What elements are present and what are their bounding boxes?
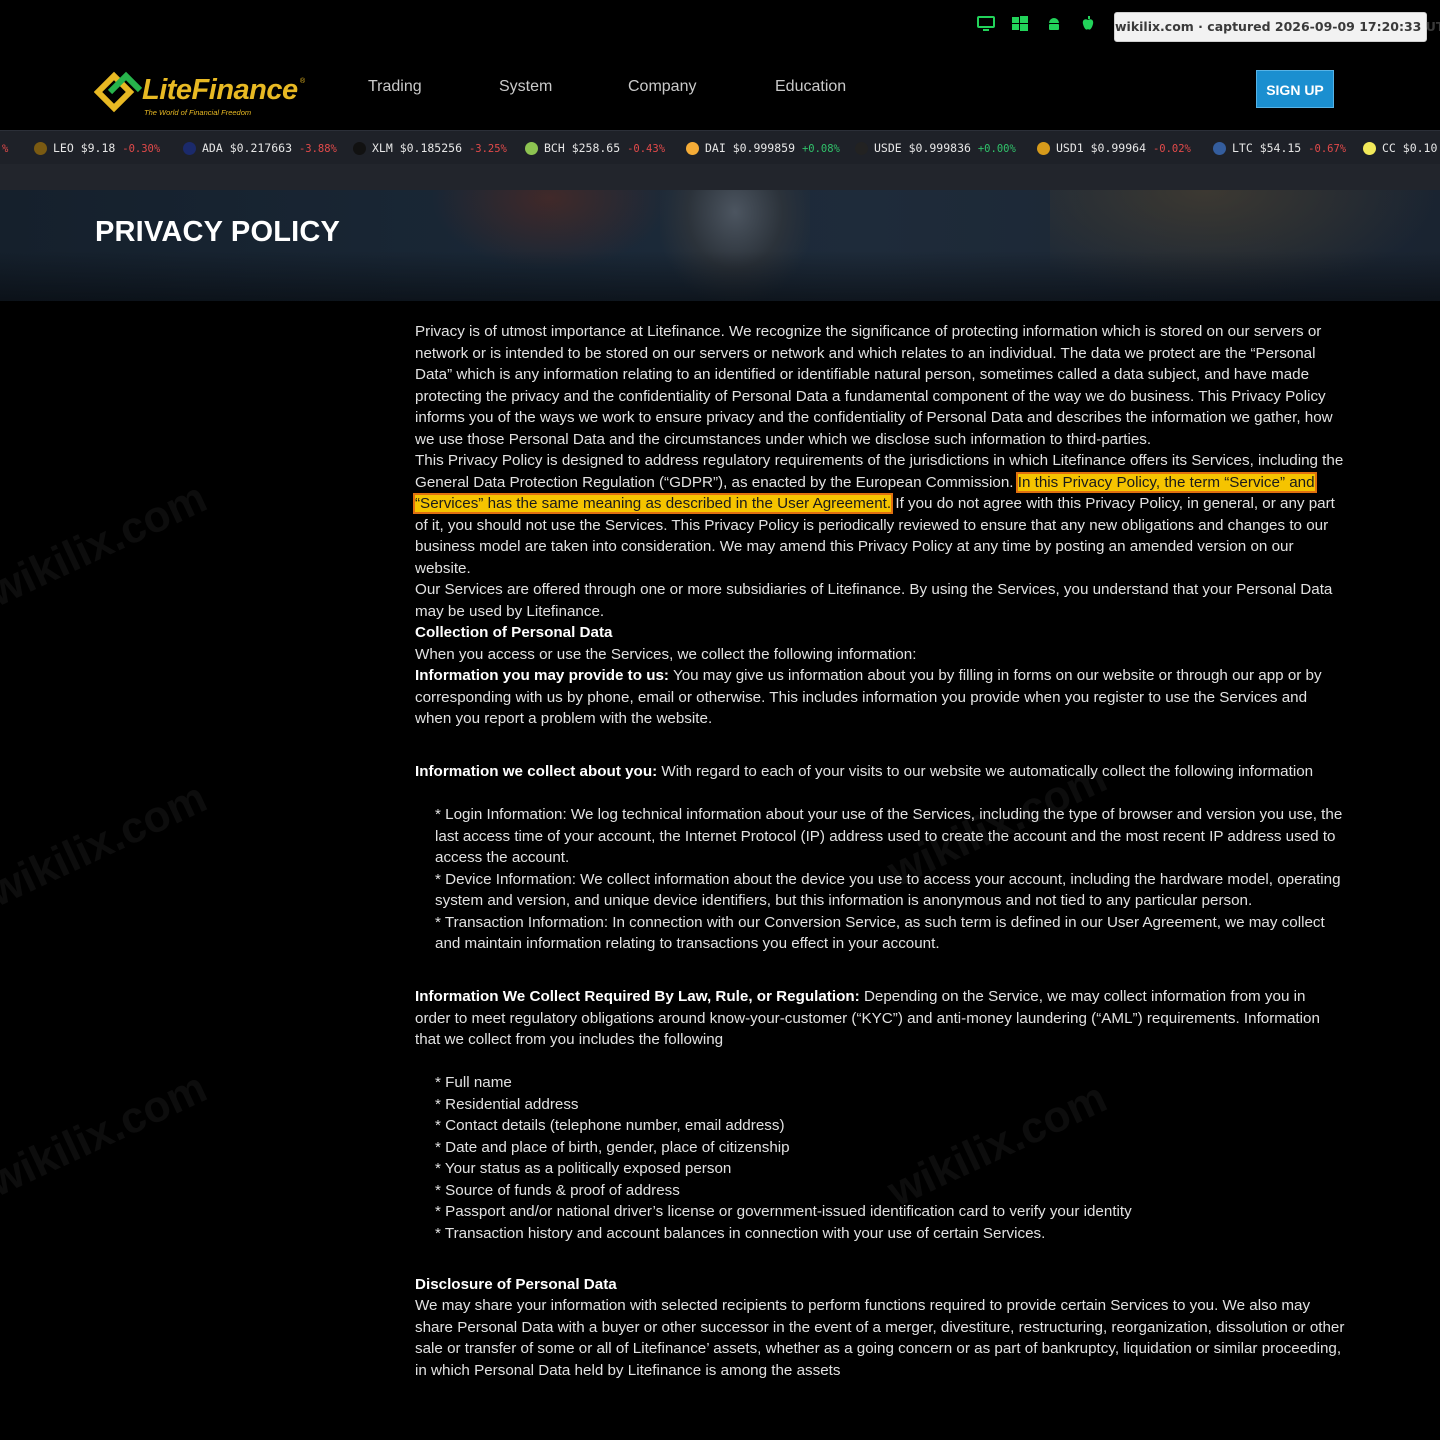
nav-company[interactable]: Company <box>628 78 696 96</box>
ticker-symbol: LEO $9.18 <box>53 141 123 155</box>
watermark: wikilix.com <box>0 772 214 917</box>
ticker-change: +0.08% <box>801 143 840 155</box>
list-item: * Contact details (telephone number, ema… <box>435 1117 785 1134</box>
list: * Login Information: We log technical in… <box>415 804 1345 955</box>
ticker-change: % <box>2 143 9 155</box>
usde-icon <box>855 142 868 155</box>
paragraph: Our Services are offered through one or … <box>415 581 1333 620</box>
ticker-change: -3.25% <box>468 143 507 155</box>
cc-icon <box>1363 142 1376 155</box>
nav-education[interactable]: Education <box>775 78 846 96</box>
watermark: wikilix.com <box>0 472 214 617</box>
logo-wordmark: LiteFinance <box>142 74 298 106</box>
nav-trading[interactable]: Trading <box>368 78 422 96</box>
list-item: * Full name <box>435 1074 512 1091</box>
usd1-icon <box>1037 142 1050 155</box>
top-strip: wikilix.com · captured 2026-09-09 17:20:… <box>0 0 1440 52</box>
ticker-item[interactable]: BCH $258.65 -0.43% <box>525 131 665 165</box>
ticker-change: -3.88% <box>298 143 337 155</box>
sign-up-button[interactable]: SIGN UP <box>1256 70 1334 108</box>
ticker-change: -0.67% <box>1308 143 1347 155</box>
ada-icon <box>183 142 196 155</box>
paragraph: Information We Collect Required By Law, … <box>415 986 1345 1051</box>
ticker-shadow <box>0 164 1440 190</box>
nav-system[interactable]: System <box>499 78 552 96</box>
paragraph: Privacy is of utmost importance at Litef… <box>415 323 1333 448</box>
bold-label: Information We Collect Required By Law, … <box>415 988 860 1005</box>
list-item: * Residential address <box>435 1095 579 1113</box>
price-ticker: % LEO $9.18 -0.30% ADA $0.217663 -3.88% XLM… <box>0 130 1440 165</box>
list-item: * Date and place of birth, gender, place… <box>435 1138 790 1156</box>
list-item: * Passport and/or national driver’s lice… <box>435 1203 1132 1220</box>
capture-stamp: wikilix.com · captured 2026-09-09 17:20:… <box>1114 12 1440 42</box>
bold-label: Information we collect about you: <box>415 763 658 780</box>
ticker-item[interactable]: XLM $0.185256 -3.25% <box>353 131 507 165</box>
ticker-item[interactable]: USD1 $0.99964 -0.02% <box>1037 131 1191 165</box>
list-item: * Transaction Information: In connection… <box>435 913 1325 953</box>
ticker-item[interactable]: ADA $0.217663 -3.88% <box>183 131 337 165</box>
logo-tagline: The World of Financial Freedom <box>144 108 252 117</box>
list-item: * Transaction history and account balanc… <box>435 1224 1046 1242</box>
hero-fade <box>0 251 1440 301</box>
list-item: * Your status as a politically exposed p… <box>435 1160 732 1177</box>
watermark: wikilix.com <box>0 1062 214 1207</box>
ticker-symbol: XLM $0.185256 <box>372 141 469 155</box>
bch-icon <box>525 142 538 155</box>
heading-text: Collection of Personal Data <box>415 624 613 641</box>
ticker-symbol: USD1 $0.99964 <box>1056 141 1153 155</box>
leo-icon <box>34 142 47 155</box>
bold-label: Information you may provide to us: <box>415 667 669 684</box>
ticker-change: -0.43% <box>627 143 666 155</box>
paragraph: Information we collect about you: With r… <box>415 761 1345 783</box>
list-item: * Source of funds & proof of address <box>435 1181 680 1199</box>
ticker-change: -0.30% <box>122 143 161 155</box>
dai-icon <box>686 142 699 155</box>
android-icon[interactable] <box>1044 16 1063 34</box>
section-heading: Disclosure of Personal Data <box>415 1274 1345 1296</box>
ticker-change: +0.00% <box>977 143 1016 155</box>
desktop-icon[interactable] <box>976 16 995 34</box>
paragraph: This Privacy Policy is designed to addre… <box>413 450 1345 579</box>
ltc-icon <box>1213 142 1226 155</box>
ticker-item[interactable]: DAI $0.999859 +0.08% <box>686 131 840 165</box>
list-item: * Device Information: We collect informa… <box>435 870 1341 910</box>
apple-icon[interactable] <box>1078 16 1097 34</box>
ticker-symbol: DAI $0.999859 <box>705 141 802 155</box>
ticker-symbol: USDE $0.999836 <box>874 141 978 155</box>
paragraph: We may share your information with selec… <box>415 1297 1345 1379</box>
logo[interactable]: LiteFinance ® The World of Financial Fre… <box>94 64 314 120</box>
ticker-item[interactable]: % <box>2 131 8 165</box>
ticker-symbol: CC $0.10 <box>1382 141 1438 155</box>
page-title: PRIVACY POLICY <box>95 216 341 248</box>
site-header: LiteFinance ® The World of Financial Fre… <box>0 52 1440 130</box>
ticker-item[interactable]: USDE $0.999836 +0.00% <box>855 131 1016 165</box>
ticker-item[interactable]: LTC $54.15 -0.67% <box>1213 131 1346 165</box>
policy-content: Privacy is of utmost importance at Litef… <box>413 321 1345 1381</box>
heading-text: Disclosure of Personal Data <box>415 1275 617 1293</box>
ticker-symbol: LTC $54.15 <box>1232 141 1309 155</box>
ticker-change: -0.02% <box>1152 143 1191 155</box>
logo-mark-icon <box>94 71 142 113</box>
list: * Full name * Residential address * Cont… <box>415 1072 1345 1244</box>
ticker-item[interactable]: CC $0.10 <box>1363 131 1437 165</box>
paragraph: Information you may provide to us: You m… <box>415 665 1345 730</box>
ticker-symbol: BCH $258.65 <box>544 141 628 155</box>
ticker-symbol: ADA $0.217663 <box>202 141 299 155</box>
xlm-icon <box>353 142 366 155</box>
list-item: * Login Information: We log technical in… <box>435 806 1343 866</box>
paragraph: When you access or use the Services, we … <box>415 645 917 663</box>
ticker-item[interactable]: LEO $9.18 -0.30% <box>34 131 160 165</box>
logo-registered: ® <box>300 78 306 85</box>
windows-icon[interactable] <box>1010 16 1029 34</box>
text: With regard to each of your visits to ou… <box>661 763 1314 780</box>
platform-icons <box>976 16 1097 34</box>
hero-banner: PRIVACY POLICY <box>0 190 1440 301</box>
section-heading: Collection of Personal Data <box>415 622 1345 644</box>
